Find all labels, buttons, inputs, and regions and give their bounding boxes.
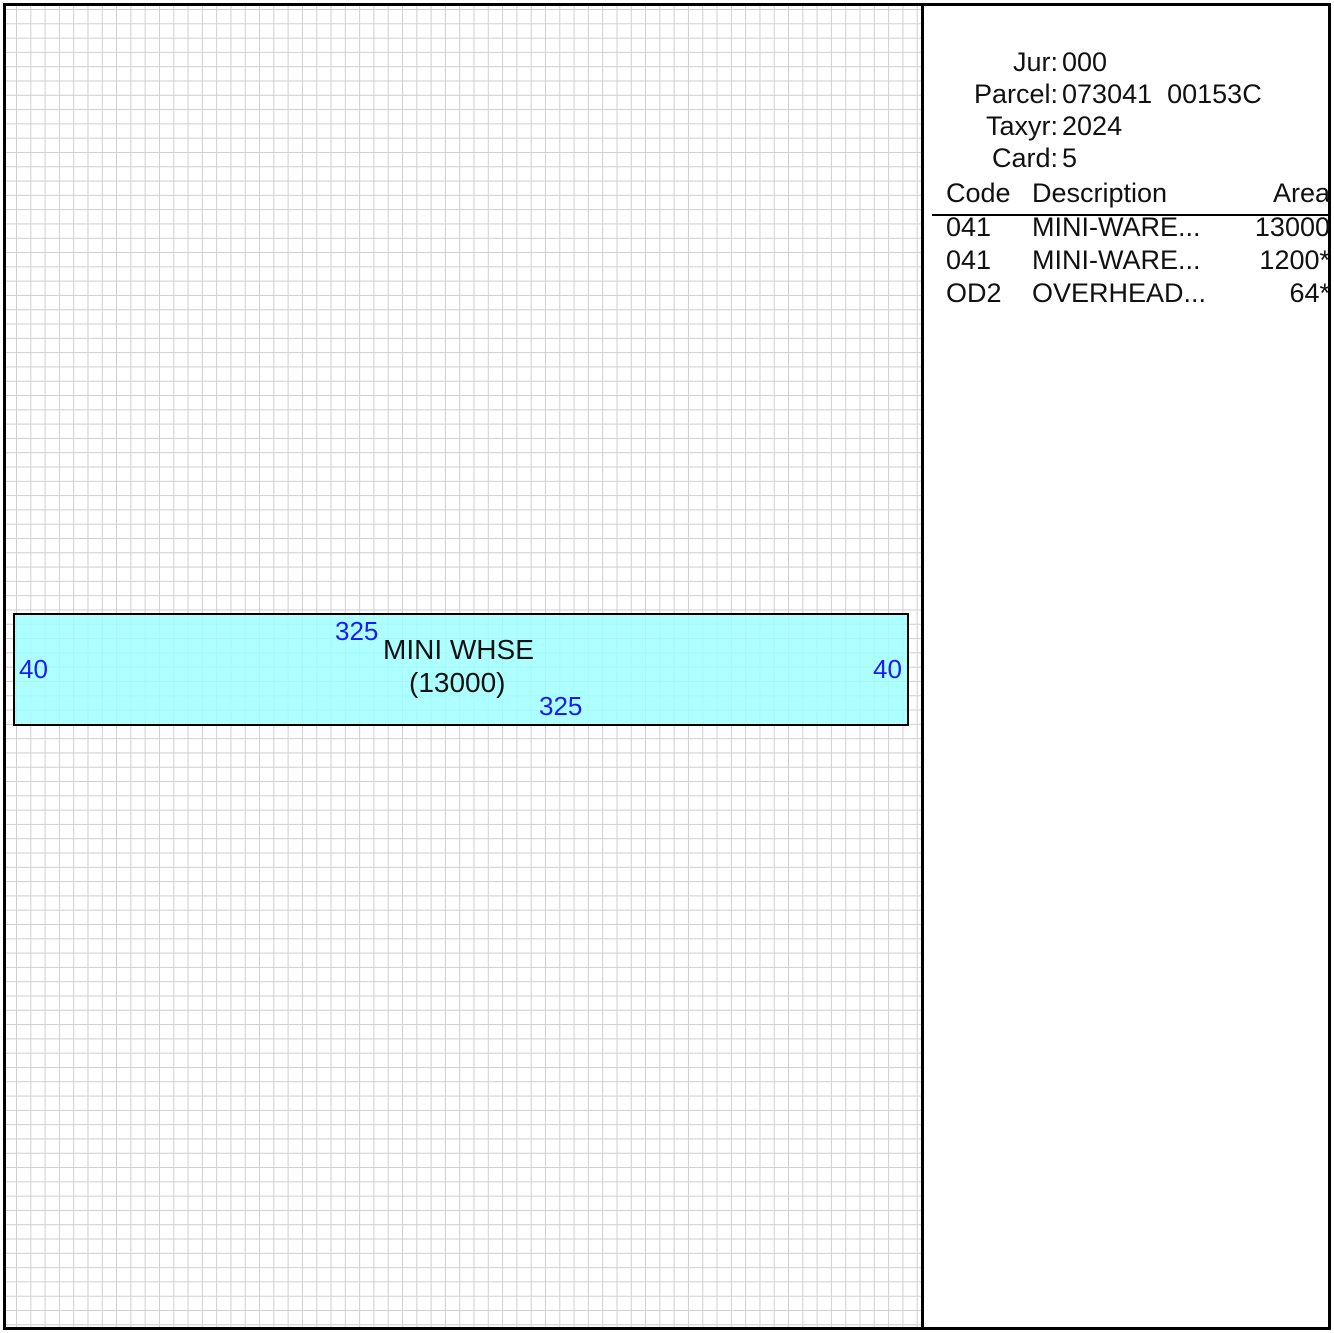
card-label: Card: xyxy=(991,143,1059,173)
dimension-right: 40 xyxy=(873,654,902,684)
info-panel: Jur: 000 Parcel: 073041 00153C Taxyr: 2024 … xyxy=(924,6,1330,1327)
header-description: Description xyxy=(1032,178,1168,208)
row-area: 64* xyxy=(1289,278,1330,308)
header-code: Code xyxy=(946,178,1011,208)
row-code: OD2 xyxy=(946,278,1002,308)
row-code: 041 xyxy=(946,245,992,275)
header-area: Area xyxy=(1272,178,1330,208)
building-name: MINI WHSE xyxy=(383,634,534,665)
row-area: 13000 xyxy=(1254,212,1330,242)
row-description: MINI-WARE... xyxy=(1032,212,1201,242)
card-value: 5 xyxy=(1062,143,1078,173)
dimension-bottom: 325 xyxy=(539,691,583,721)
row-area: 1200* xyxy=(1259,245,1330,275)
dimension-left: 40 xyxy=(19,654,48,684)
row-description: MINI-WARE... xyxy=(1032,245,1201,275)
dimension-top: 325 xyxy=(335,616,379,646)
building-area: (13000) xyxy=(409,667,506,698)
row-code: 041 xyxy=(946,212,992,242)
row-description: OVERHEAD... xyxy=(1032,278,1207,308)
